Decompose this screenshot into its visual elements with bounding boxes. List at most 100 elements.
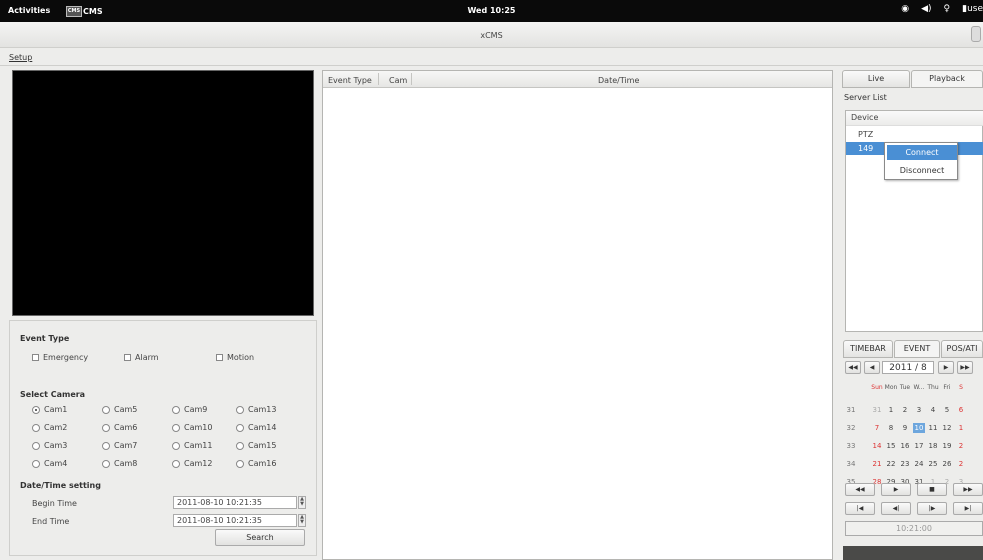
calendar-day[interactable]: 24 xyxy=(913,459,925,469)
connect-menu-item[interactable]: Connect xyxy=(887,145,957,160)
camera-radio-cam16[interactable]: Cam16 xyxy=(236,459,276,468)
select-camera-title: Select Camera xyxy=(20,390,86,399)
calendar-day[interactable]: 23 xyxy=(899,459,911,469)
col-cam[interactable]: Cam xyxy=(389,76,407,85)
camera-label: Cam6 xyxy=(114,423,138,432)
stop-icon[interactable]: ■ xyxy=(917,483,947,496)
calendar-day[interactable]: 7 xyxy=(871,423,883,433)
calendar-day[interactable]: 3 xyxy=(913,405,925,415)
calendar-day[interactable]: 2 xyxy=(955,441,967,451)
skip-end-icon[interactable]: ▶| xyxy=(953,502,983,515)
close-icon[interactable] xyxy=(971,26,981,42)
next-year-icon[interactable]: ▶▶ xyxy=(957,361,973,374)
tab-timebar[interactable]: TIMEBAR xyxy=(843,340,893,358)
calendar-day[interactable]: 6 xyxy=(955,405,967,415)
menu-setup[interactable]: Setup xyxy=(9,53,32,62)
prev-year-icon[interactable]: ◀◀ xyxy=(845,361,861,374)
calendar-day[interactable]: 14 xyxy=(871,441,883,451)
device-item-ptz[interactable]: PTZ xyxy=(846,128,983,141)
calendar-day[interactable]: 21 xyxy=(871,459,883,469)
server-list-title: Server List xyxy=(844,93,887,102)
event-list-header: Event Type Cam Date/Time xyxy=(323,71,832,88)
camera-radio-cam8[interactable]: Cam8 xyxy=(102,459,137,468)
camera-radio-cam13[interactable]: Cam13 xyxy=(236,405,276,414)
camera-radio-cam10[interactable]: Cam10 xyxy=(172,423,212,432)
calendar-day[interactable]: 31 xyxy=(871,405,883,415)
begin-time-spinner[interactable]: ▲ ▼ xyxy=(298,496,306,509)
next-month-icon[interactable]: ▶ xyxy=(938,361,954,374)
playback-controls-2: |◀ ◀| |▶ ▶| xyxy=(845,502,983,515)
camera-radio-cam6[interactable]: Cam6 xyxy=(102,423,137,432)
calendar-day[interactable]: 22 xyxy=(885,459,897,469)
calendar-day[interactable]: 4 xyxy=(927,405,939,415)
camera-radio-cam12[interactable]: Cam12 xyxy=(172,459,212,468)
fast-forward-icon[interactable]: ▶▶ xyxy=(953,483,983,496)
clock[interactable]: Wed 10:25 xyxy=(0,6,983,15)
user-icon[interactable]: ♀ xyxy=(944,4,951,14)
video-display[interactable] xyxy=(12,70,314,316)
tab-playback[interactable]: Playback xyxy=(911,70,983,88)
motion-checkbox[interactable]: Motion xyxy=(216,353,254,362)
col-event-type[interactable]: Event Type xyxy=(328,76,372,85)
chat-icon[interactable]: ▮use xyxy=(962,4,983,14)
week-number: 32 xyxy=(846,424,856,432)
calendar-day[interactable]: 1 xyxy=(885,405,897,415)
calendar-day[interactable]: 17 xyxy=(913,441,925,451)
calendar-day[interactable]: 15 xyxy=(885,441,897,451)
calendar-day[interactable]: 19 xyxy=(941,441,953,451)
camera-radio-cam9[interactable]: Cam9 xyxy=(172,405,207,414)
month-label: 2011 / 8 xyxy=(882,361,934,374)
col-datetime[interactable]: Date/Time xyxy=(598,76,639,85)
begin-time-field[interactable]: 2011-08-10 10:21:35 xyxy=(173,496,297,509)
calendar-day[interactable]: 2 xyxy=(899,405,911,415)
tab-pos-atm[interactable]: POS/ATI xyxy=(941,340,983,358)
end-time-field[interactable]: 2011-08-10 10:21:35 xyxy=(173,514,297,527)
disconnect-menu-item[interactable]: Disconnect xyxy=(887,163,957,178)
camera-radio-cam14[interactable]: Cam14 xyxy=(236,423,276,432)
accessibility-icon[interactable]: ◉ xyxy=(901,4,909,14)
calendar-day[interactable]: 16 xyxy=(899,441,911,451)
calendar-day[interactable]: 18 xyxy=(927,441,939,451)
calendar-day[interactable]: 8 xyxy=(885,423,897,433)
search-button[interactable]: Search xyxy=(215,529,305,546)
calendar-day[interactable]: 5 xyxy=(941,405,953,415)
camera-radio-cam5[interactable]: Cam5 xyxy=(102,405,137,414)
camera-label: Cam2 xyxy=(44,423,68,432)
calendar-day[interactable]: 26 xyxy=(941,459,953,469)
camera-label: Cam7 xyxy=(114,441,138,450)
camera-radio-cam15[interactable]: Cam15 xyxy=(236,441,276,450)
rewind-icon[interactable]: ◀◀ xyxy=(845,483,875,496)
playback-controls-1: ◀◀ ▶ ■ ▶▶ xyxy=(845,483,983,496)
volume-icon[interactable]: ◀) xyxy=(921,4,931,14)
event-list[interactable]: Event Type Cam Date/Time xyxy=(322,70,833,560)
step-forward-icon[interactable]: |▶ xyxy=(917,502,947,515)
calendar-day[interactable]: 1 xyxy=(955,423,967,433)
end-time-label: End Time xyxy=(32,517,70,526)
camera-radio-cam2[interactable]: Cam2 xyxy=(32,423,67,432)
camera-radio-cam3[interactable]: Cam3 xyxy=(32,441,67,450)
device-header[interactable]: Device xyxy=(846,111,983,126)
camera-radio-cam7[interactable]: Cam7 xyxy=(102,441,137,450)
calendar-day[interactable]: 2 xyxy=(955,459,967,469)
calendar-day[interactable]: 12 xyxy=(941,423,953,433)
tab-live[interactable]: Live xyxy=(842,70,910,88)
camera-label: Cam9 xyxy=(184,405,208,414)
week-number: 33 xyxy=(846,442,856,450)
end-time-spinner[interactable]: ▲ ▼ xyxy=(298,514,306,527)
tab-event[interactable]: EVENT xyxy=(894,340,940,358)
emergency-checkbox[interactable]: Emergency xyxy=(32,353,88,362)
system-tray: ◉ ◀) ♀ ▮use xyxy=(901,4,983,14)
camera-radio-cam4[interactable]: Cam4 xyxy=(32,459,67,468)
camera-label: Cam16 xyxy=(248,459,277,468)
calendar-day[interactable]: 10 xyxy=(913,423,925,433)
step-back-icon[interactable]: ◀| xyxy=(881,502,911,515)
alarm-checkbox[interactable]: Alarm xyxy=(124,353,159,362)
calendar-day[interactable]: 11 xyxy=(927,423,939,433)
prev-month-icon[interactable]: ◀ xyxy=(864,361,880,374)
calendar-day[interactable]: 25 xyxy=(927,459,939,469)
camera-radio-cam1[interactable]: Cam1 xyxy=(32,405,67,414)
play-icon[interactable]: ▶ xyxy=(881,483,911,496)
camera-radio-cam11[interactable]: Cam11 xyxy=(172,441,212,450)
skip-start-icon[interactable]: |◀ xyxy=(845,502,875,515)
calendar-day[interactable]: 9 xyxy=(899,423,911,433)
